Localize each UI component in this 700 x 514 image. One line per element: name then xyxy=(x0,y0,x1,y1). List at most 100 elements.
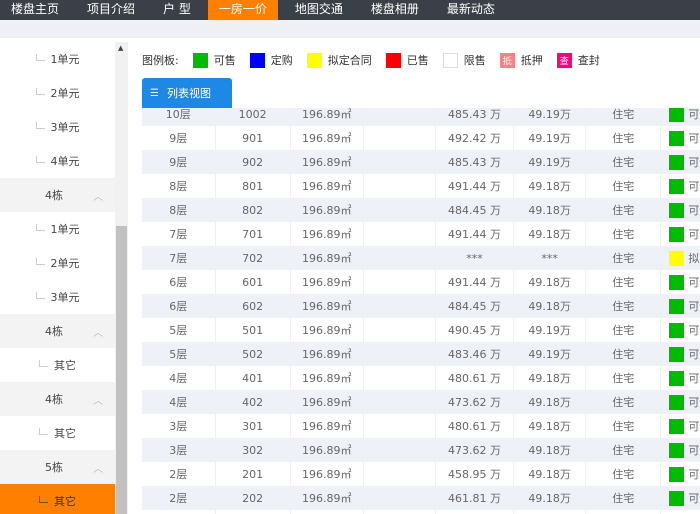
status-label: 可售 xyxy=(688,347,700,361)
table-row[interactable]: 3层302196.89㎡ 473.62 万49.18万住宅 可售 xyxy=(142,438,700,462)
table-row[interactable]: 4层402196.89㎡ 473.62 万49.18万住宅 可售 xyxy=(142,390,700,414)
table-cell: 8层 xyxy=(142,174,216,198)
table-cell: 196.89㎡ xyxy=(290,294,364,318)
table-row[interactable]: 2层202196.89㎡ 461.81 万49.18万住宅 可售 xyxy=(142,486,700,510)
table-cell: 可售 xyxy=(660,198,700,222)
sidebar-unit[interactable]: 4单元 xyxy=(0,144,115,178)
nav-tab[interactable]: 地图交通 xyxy=(284,0,354,20)
table-cell: 491.44 万 xyxy=(435,222,515,246)
table-row[interactable]: 6层601196.89㎡ 491.44 万49.18万住宅 可售 xyxy=(142,270,700,294)
table-cell xyxy=(142,510,216,514)
table-cell: 49.18万 xyxy=(513,414,587,438)
table-row[interactable]: 4层401196.89㎡ 480.61 万49.18万住宅 可售 xyxy=(142,366,700,390)
status-swatch-icon xyxy=(669,275,685,291)
nav-tab[interactable]: 楼盘主页 xyxy=(0,0,70,20)
table-cell: 802 xyxy=(215,198,291,222)
legend-label: 可售 xyxy=(213,54,236,67)
table-cell: 49.19万 xyxy=(513,108,587,126)
table-cell: 196.89㎡ xyxy=(290,198,364,222)
table-row[interactable]: 5层501196.89㎡ 490.45 万49.19万住宅 可售 xyxy=(142,318,700,342)
table-row[interactable]: 2层201196.89㎡ 458.95 万49.18万住宅 可售 xyxy=(142,462,700,486)
sidebar-unit[interactable]: 3单元 xyxy=(0,280,115,314)
table-cell: 可售 xyxy=(660,108,700,126)
status-label: 可售 xyxy=(688,299,700,313)
table-cell: 住宅 xyxy=(585,462,662,486)
table-cell: 196.89㎡ xyxy=(290,318,364,342)
sidebar-building[interactable]: 5栋 ︿ xyxy=(0,450,115,484)
table-cell: 49.18万 xyxy=(513,366,587,390)
nav-tab[interactable]: 户 型 xyxy=(152,0,202,20)
table-cell: 49.18万 xyxy=(513,270,587,294)
chevron-up-icon[interactable]: ︿ xyxy=(93,392,103,407)
table-cell: 住宅 xyxy=(585,150,662,174)
table-cell: 可售 xyxy=(660,438,700,462)
table-cell xyxy=(435,510,515,514)
status-swatch-icon xyxy=(669,323,685,339)
table-cell: 196.89㎡ xyxy=(290,270,364,294)
legend-swatch-icon xyxy=(192,52,208,68)
sidebar-unit[interactable]: 1单元 xyxy=(0,42,115,76)
sidebar-item-label: 4栋 xyxy=(45,325,63,338)
sidebar-building[interactable]: 4栋 ︿ xyxy=(0,382,115,416)
status-label: 可售 xyxy=(688,227,700,241)
sidebar-unit[interactable]: 3单元 xyxy=(0,110,115,144)
table-row[interactable]: 可售 xyxy=(142,510,700,514)
table-cell: 492.42 万 xyxy=(435,126,515,150)
chevron-up-icon[interactable]: ︿ xyxy=(93,324,103,339)
table-row[interactable]: 7层701196.89㎡ 491.44 万49.18万住宅 可售 xyxy=(142,222,700,246)
table-row[interactable]: 6层602196.89㎡ 484.45 万49.18万住宅 可售 xyxy=(142,294,700,318)
nav-tab[interactable]: 项目介绍 xyxy=(76,0,146,20)
table-cell xyxy=(363,108,436,126)
table-cell: 196.89㎡ xyxy=(290,414,364,438)
status-swatch-icon xyxy=(669,108,685,123)
status-swatch-icon xyxy=(669,227,685,243)
table-cell: 住宅 xyxy=(585,342,662,366)
sidebar-scrollbar[interactable]: ▲ xyxy=(115,42,128,514)
nav-tab[interactable]: 一房一价 xyxy=(207,0,278,20)
sidebar-item-label: 3单元 xyxy=(50,121,80,134)
table-cell: 住宅 xyxy=(585,366,662,390)
tab-list-view-label: 列表视图 xyxy=(166,87,211,100)
table-cell: 49.18万 xyxy=(513,462,587,486)
sidebar-building[interactable]: 4栋 ︿ xyxy=(0,178,115,212)
chevron-up-icon[interactable]: ︿ xyxy=(93,188,103,203)
sidebar-unit[interactable]: 1单元 xyxy=(0,212,115,246)
tab-list-view[interactable]: ☰ 列表视图 xyxy=(142,78,232,108)
legend-item: 已售 xyxy=(385,52,429,68)
table-row[interactable]: 9层901196.89㎡ 492.42 万49.19万住宅 可售 xyxy=(142,126,700,150)
legend-item: 抵抵押 xyxy=(499,52,543,68)
nav-tab[interactable]: 楼盘相册 xyxy=(360,0,430,20)
divider-strip xyxy=(0,20,700,38)
table-row[interactable]: 5层502196.89㎡ 483.46 万49.19万住宅 可售 xyxy=(142,342,700,366)
scroll-up-arrow-icon[interactable]: ▲ xyxy=(118,44,123,52)
sidebar-unit[interactable]: 2单元 xyxy=(0,76,115,110)
table-row[interactable]: 7层702196.89㎡******住宅拟定合同 xyxy=(142,246,700,270)
table-cell: *** xyxy=(435,246,515,270)
legend-swatch-icon xyxy=(306,52,322,68)
table-cell xyxy=(363,438,436,462)
sidebar-unit[interactable]: 其它 xyxy=(0,348,115,382)
table-row[interactable]: 3层301196.89㎡ 480.61 万49.18万住宅 可售 xyxy=(142,414,700,438)
table-row[interactable]: 9层902196.89㎡ 485.43 万49.19万住宅 可售 xyxy=(142,150,700,174)
sidebar-unit[interactable]: 其它 xyxy=(0,484,115,514)
legend-title: 图例板: xyxy=(142,54,179,67)
sidebar-unit[interactable]: 其它 xyxy=(0,416,115,450)
status-label: 可售 xyxy=(688,131,700,145)
legend-label: 查封 xyxy=(577,54,600,67)
status-label: 可售 xyxy=(688,491,700,505)
sidebar-unit[interactable]: 2单元 xyxy=(0,246,115,280)
table-cell: 可售 xyxy=(660,150,700,174)
status-swatch-icon xyxy=(669,347,685,363)
table-cell: 住宅 xyxy=(585,390,662,414)
table-row[interactable]: 8层802196.89㎡ 484.45 万49.18万住宅 可售 xyxy=(142,198,700,222)
sidebar-building[interactable]: 4栋 ︿ xyxy=(0,314,115,348)
scrollbar-thumb[interactable] xyxy=(116,226,127,514)
nav-tab[interactable]: 最新动态 xyxy=(436,0,506,20)
legend-item: 查查封 xyxy=(556,52,600,68)
chevron-up-icon[interactable]: ︿ xyxy=(93,460,103,475)
table-row[interactable]: 10层1002196.89㎡ 485.43 万49.19万住宅 可售 xyxy=(142,108,700,126)
table-row[interactable]: 8层801196.89㎡ 491.44 万49.18万住宅 可售 xyxy=(142,174,700,198)
table-cell: 491.44 万 xyxy=(435,174,515,198)
table-cell xyxy=(363,366,436,390)
table-cell: 401 xyxy=(215,366,291,390)
